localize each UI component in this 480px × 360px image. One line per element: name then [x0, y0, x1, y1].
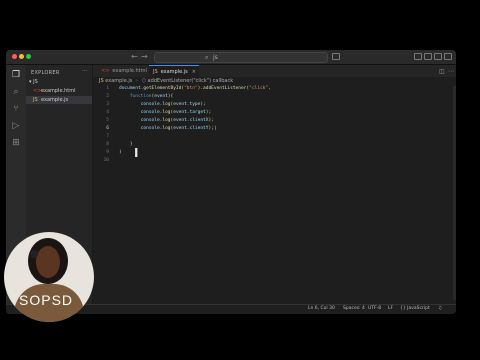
code-line-3: console.log(event.type);	[140, 102, 206, 107]
line-number: 1	[106, 86, 109, 91]
line-number: 4	[106, 110, 109, 115]
breadcrumb: JS example.js › ⬡ addEventListener("clic…	[99, 78, 233, 84]
line-number: 9	[106, 150, 109, 155]
split-editor-icon[interactable]: ◫	[439, 68, 445, 75]
code-line-4: console.log(event.target);	[140, 110, 212, 115]
search-icon[interactable]: ⌕	[11, 87, 21, 97]
editor-scrollbar[interactable]	[453, 86, 456, 300]
close-tab-icon[interactable]: ×	[192, 69, 196, 75]
explorer-icon[interactable]: ❐	[11, 70, 21, 80]
explorer-title: EXPLORER	[31, 70, 60, 76]
back-arrow-icon[interactable]: ←	[131, 52, 138, 61]
close-window-button[interactable]	[12, 54, 17, 59]
code-line-1: document.getElementById("btn").addEventL…	[119, 86, 271, 91]
headphone-icon	[30, 250, 38, 258]
maximize-window-button[interactable]	[26, 54, 31, 59]
line-number: 2	[106, 94, 109, 99]
toggle-sidebar-icon[interactable]	[414, 53, 422, 60]
toggle-secondary-sidebar-icon[interactable]	[434, 53, 442, 60]
tab-label: example.html	[112, 68, 147, 74]
extensions-icon[interactable]: ⊞	[11, 138, 21, 148]
code-line-5: console.log(event.clientX);	[140, 118, 214, 123]
toggle-panel-icon[interactable]	[424, 53, 432, 60]
js-file-icon: JS	[153, 69, 158, 75]
html-file-icon: <>	[101, 68, 110, 74]
file-example-js[interactable]: JS example.js	[26, 96, 92, 104]
tab-example-html[interactable]: <> example.html	[95, 65, 147, 77]
customize-layout-icon[interactable]	[444, 53, 452, 60]
folder-js[interactable]: ▾ JS	[29, 79, 38, 85]
run-debug-icon[interactable]: ▷	[11, 121, 21, 131]
minimize-window-button[interactable]	[19, 54, 24, 59]
line-number: 10	[103, 158, 109, 163]
line-number: 3	[106, 102, 109, 107]
breadcrumb-symbol[interactable]: addEventListener("click") callback	[148, 78, 234, 84]
indentation[interactable]: Spaces: 4	[343, 306, 365, 311]
forward-arrow-icon[interactable]: →	[141, 52, 148, 61]
title-bar: ← → ⌕ js	[6, 50, 456, 65]
language-mode[interactable]: {} JavaScript	[400, 306, 430, 311]
tab-label: example.js	[160, 69, 188, 75]
end-of-line[interactable]: LF	[388, 306, 393, 311]
chevron-right-icon: ›	[135, 78, 138, 84]
breadcrumb-file[interactable]: example.js	[105, 78, 132, 84]
text-cursor-icon: I	[134, 146, 139, 160]
line-number: 5	[106, 118, 109, 123]
copilot-icon[interactable]	[332, 53, 340, 60]
webcam-label: SOPSD	[19, 292, 74, 308]
line-number: 7	[106, 134, 109, 139]
method-icon: ⬡	[141, 78, 146, 84]
search-query: js	[213, 54, 218, 61]
notifications-bell-icon[interactable]: ♫	[438, 306, 442, 311]
code-line-6: console.log(event.clientY);|	[140, 126, 217, 131]
code-line-8: }	[119, 142, 133, 147]
js-file-icon: JS	[33, 97, 38, 103]
code-line-2: function(event){	[129, 94, 174, 99]
cursor-position[interactable]: Ln 6, Col 30	[308, 306, 335, 311]
search-icon: ⌕	[205, 54, 209, 61]
more-actions-icon[interactable]: ⋯	[448, 68, 454, 75]
editor-tabs: <> example.html JS example.js × ◫ ⋯	[93, 65, 456, 78]
source-control-icon[interactable]: ⑂	[11, 104, 21, 114]
tab-example-js[interactable]: JS example.js ×	[149, 65, 199, 78]
command-center-search[interactable]: ⌕ js	[154, 52, 328, 63]
js-file-icon: JS	[99, 78, 104, 84]
line-number: 6	[106, 126, 109, 131]
webcam-overlay: SOPSD	[4, 232, 94, 322]
file-example-html[interactable]: <> example.html	[26, 87, 92, 95]
presenter-face	[36, 246, 60, 278]
file-name: example.js	[41, 97, 69, 103]
more-actions-icon[interactable]: ···	[82, 68, 88, 75]
file-name: example.html	[41, 88, 76, 94]
encoding[interactable]: UTF-8	[368, 306, 381, 311]
code-line-9: )	[119, 150, 122, 155]
code-editor[interactable]: 1 2 3 4 5 6 7 8 9 10 document.getElement…	[93, 86, 456, 300]
line-number: 8	[106, 142, 109, 147]
